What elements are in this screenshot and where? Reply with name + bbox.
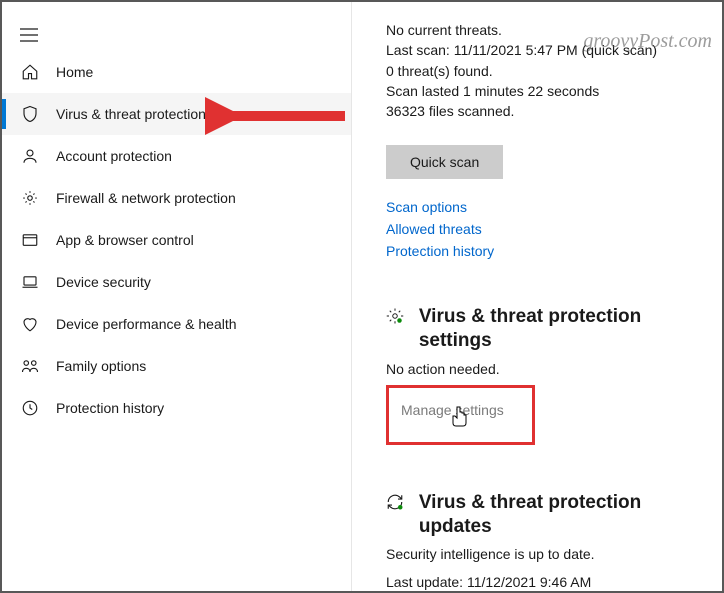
sidebar-item-label: Device security [56, 274, 151, 290]
home-icon [20, 62, 40, 82]
status-no-threats: No current threats. [386, 20, 702, 40]
sidebar-item-label: Firewall & network protection [56, 190, 236, 206]
status-threats-found: 0 threat(s) found. [386, 61, 702, 81]
sidebar-item-protection-history[interactable]: Protection history [2, 387, 351, 429]
history-icon [20, 398, 40, 418]
annotation-highlight-box: Manage settings [386, 385, 535, 445]
sidebar-item-label: Family options [56, 358, 146, 374]
sidebar-item-label: Device performance & health [56, 316, 237, 332]
allowed-threats-link[interactable]: Allowed threats [386, 221, 702, 237]
updates-section-subtitle: Security intelligence is up to date. [386, 546, 702, 562]
quick-scan-button[interactable]: Quick scan [386, 145, 503, 179]
hamburger-menu[interactable] [2, 28, 351, 51]
hamburger-icon [20, 28, 38, 42]
sidebar-item-label: App & browser control [56, 232, 194, 248]
app-browser-icon [20, 230, 40, 250]
main-content: No current threats. Last scan: 11/11/202… [352, 2, 722, 591]
sidebar-item-home[interactable]: Home [2, 51, 351, 93]
updates-last-update: Last update: 11/12/2021 9:46 AM [386, 574, 702, 590]
sidebar-item-firewall-network[interactable]: Firewall & network protection [2, 177, 351, 219]
updates-section: Virus & threat protection updates Securi… [386, 491, 702, 591]
network-icon [20, 188, 40, 208]
status-scan-duration: Scan lasted 1 minutes 22 seconds [386, 81, 702, 101]
sidebar-item-app-browser[interactable]: App & browser control [2, 219, 351, 261]
sidebar-item-device-performance[interactable]: Device performance & health [2, 303, 351, 345]
scan-options-link[interactable]: Scan options [386, 199, 702, 215]
heart-icon [20, 314, 40, 334]
account-icon [20, 146, 40, 166]
device-security-icon [20, 272, 40, 292]
status-last-scan: Last scan: 11/11/2021 5:47 PM (quick sca… [386, 40, 702, 60]
settings-section-title: Virus & threat protection settings [419, 305, 702, 353]
sidebar-item-account-protection[interactable]: Account protection [2, 135, 351, 177]
sidebar-item-label: Protection history [56, 400, 164, 416]
family-icon [20, 356, 40, 376]
shield-icon [20, 104, 40, 124]
settings-gear-icon [386, 305, 405, 328]
sidebar-item-virus-threat-protection[interactable]: Virus & threat protection [2, 93, 351, 135]
sidebar-item-label: Virus & threat protection [56, 106, 206, 122]
sidebar: Home Virus & threat protection Account p… [2, 2, 352, 591]
sidebar-item-label: Home [56, 64, 93, 80]
sidebar-item-device-security[interactable]: Device security [2, 261, 351, 303]
sidebar-item-label: Account protection [56, 148, 172, 164]
status-files-scanned: 36323 files scanned. [386, 101, 702, 121]
settings-section: Virus & threat protection settings No ac… [386, 305, 702, 445]
settings-section-subtitle: No action needed. [386, 361, 702, 377]
updates-refresh-icon [386, 491, 405, 514]
updates-section-title: Virus & threat protection updates [419, 491, 702, 539]
threat-status-block: No current threats. Last scan: 11/11/202… [386, 20, 702, 121]
cursor-pointer-icon [451, 405, 469, 427]
protection-history-link[interactable]: Protection history [386, 243, 702, 259]
sidebar-item-family-options[interactable]: Family options [2, 345, 351, 387]
